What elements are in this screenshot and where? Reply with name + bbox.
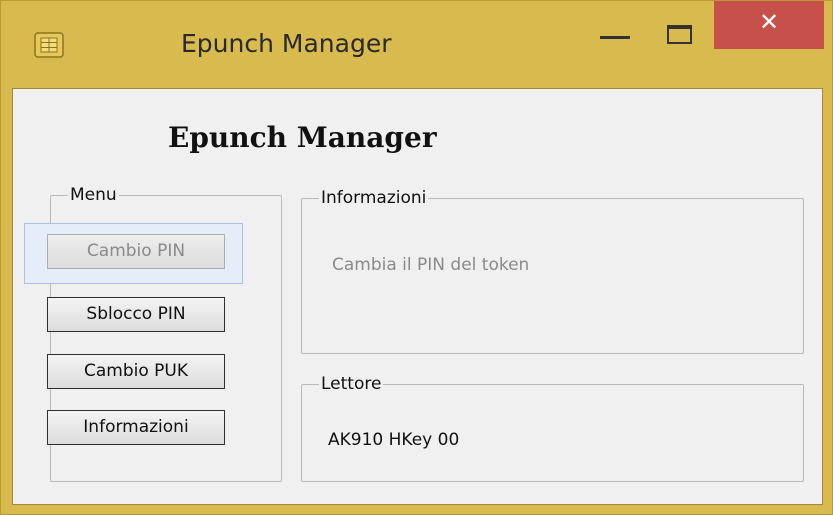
cambio-puk-button[interactable]: Cambio PUK (47, 354, 225, 389)
window-title: Epunch Manager (181, 29, 392, 58)
client-area: Epunch Manager Menu Cambio PIN Sblocco P… (12, 88, 823, 505)
reader-group: Lettore (301, 375, 804, 482)
app-window: Epunch Manager ✕ Epunch Manager Menu Cam… (0, 0, 833, 515)
page-title: Epunch Manager (168, 121, 437, 154)
smartcard-chip-icon (34, 32, 64, 58)
reader-value: AK910 HKey 00 (328, 430, 460, 450)
minimize-button[interactable] (592, 1, 642, 45)
maximize-button[interactable] (656, 1, 706, 45)
cambio-pin-button[interactable]: Cambio PIN (47, 234, 225, 269)
info-description: Cambia il PIN del token (332, 255, 530, 275)
maximize-icon (667, 25, 692, 44)
close-icon: ✕ (758, 8, 780, 36)
reader-legend: Lettore (321, 374, 382, 394)
close-button[interactable]: ✕ (714, 1, 824, 49)
menu-legend: Menu (70, 185, 117, 205)
informazioni-button[interactable]: Informazioni (47, 410, 225, 445)
info-legend: Informazioni (321, 188, 427, 208)
title-bar[interactable]: Epunch Manager ✕ (1, 1, 833, 87)
minimize-icon (600, 36, 630, 39)
sblocco-pin-button[interactable]: Sblocco PIN (47, 297, 225, 332)
